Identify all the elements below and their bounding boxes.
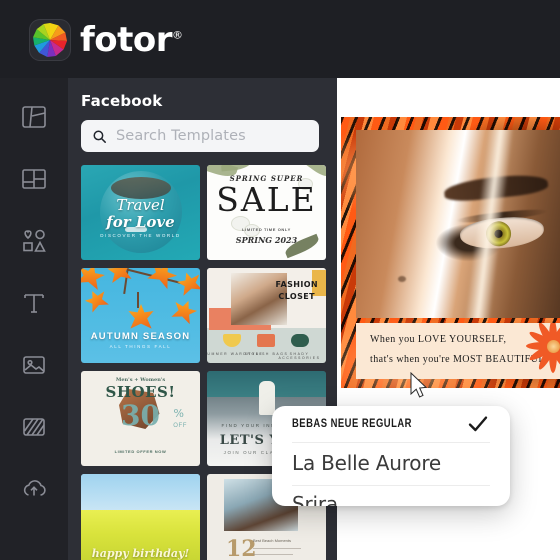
check-icon <box>468 416 488 432</box>
templates-icon <box>22 106 46 128</box>
pinwheel-icon <box>33 23 67 57</box>
template-card-spring-super-sale[interactable]: SPRING SUPER SALE LIMITED TIME ONLY SPRI… <box>207 165 326 260</box>
design-canvas[interactable]: When you LOVE YOURSELF, that's when you'… <box>341 117 560 388</box>
font-option-label: BEBAS NEUE REGULAR <box>292 418 412 430</box>
template-line3: LIMITED OFFER NOW <box>114 449 167 454</box>
font-option-label: La Belle Aurore <box>292 451 442 475</box>
font-option-la-belle-aurore[interactable]: La Belle Aurore <box>272 442 510 484</box>
template-line2: CLOSET <box>278 292 315 301</box>
template-card-happy-birthday[interactable]: happy birthday! <box>81 474 200 560</box>
search-placeholder: Search Templates <box>116 128 246 144</box>
text-t-icon <box>24 294 44 313</box>
template-percent: % <box>173 407 184 420</box>
template-tag3: SHADY ACCESSORIES <box>278 352 321 360</box>
sidebar-item-collage[interactable] <box>0 156 68 202</box>
trademark-symbol: ® <box>172 28 183 42</box>
template-title: AUTUMN SEASON <box>90 331 191 342</box>
template-subtitle: ALL THINGS FALL <box>109 344 172 349</box>
sidebar-item-elements[interactable] <box>0 218 68 264</box>
font-option-label: Srira <box>292 492 338 506</box>
font-family-dropdown[interactable]: BEBAS NEUE REGULAR La Belle Aurore Srira <box>272 406 510 506</box>
top-bar: fotor® <box>0 0 560 78</box>
template-off-label: OFF <box>173 423 187 429</box>
fotor-editor-window: fotor® Facebook Search Templates Travel … <box>0 0 560 560</box>
page-title: Facebook <box>81 92 163 110</box>
template-subtitle: DISCOVER THE WORLD <box>100 233 181 238</box>
left-icon-rail <box>0 78 68 560</box>
font-option-srira[interactable]: Srira <box>272 484 510 506</box>
mole <box>398 276 406 282</box>
quote-line-2: that's when you're MOST BEAUTIFUL <box>370 354 545 365</box>
template-title-line2: for Love <box>106 213 175 231</box>
template-line4: SPRING 2023 <box>235 235 298 245</box>
sidebar-item-upload[interactable] <box>0 466 68 512</box>
template-card-shoes-sale[interactable]: Men's + Women's SHOES! 30 % OFF LIMITED … <box>81 371 200 466</box>
sidebar-item-templates[interactable] <box>0 94 68 140</box>
template-title: Travel <box>116 196 165 214</box>
cloud-upload-icon <box>23 480 46 496</box>
brand-logo[interactable]: fotor® <box>29 19 183 61</box>
search-input[interactable]: Search Templates <box>81 120 319 152</box>
sidebar-item-photos[interactable] <box>0 342 68 388</box>
template-card-fashion-closet[interactable]: FASHION CLOSET SUMMER WARDROBE STYLISH B… <box>207 268 326 363</box>
background-stripes-icon <box>23 418 45 436</box>
quote-text-box[interactable]: When you LOVE YOURSELF, that's when you'… <box>356 323 560 379</box>
brand-name: fotor® <box>80 23 183 57</box>
collage-layout-icon <box>22 169 46 189</box>
template-line3: LIMITED TIME ONLY <box>242 227 291 232</box>
template-note: Best Beach Moments <box>253 538 292 543</box>
search-icon <box>93 130 106 143</box>
eye-portrait-photo[interactable] <box>356 130 560 318</box>
template-title: happy birthday! <box>91 547 190 560</box>
photo-image-icon <box>23 356 45 374</box>
quote-line-1: When you LOVE YOURSELF, <box>370 334 507 345</box>
sidebar-item-text[interactable] <box>0 280 68 326</box>
fotor-pinwheel-logo <box>29 19 71 61</box>
template-line2: SALE <box>216 180 317 219</box>
brand-wordmark: fotor <box>80 20 173 60</box>
shapes-elements-icon <box>23 229 46 252</box>
orange-flower-icon <box>524 323 560 375</box>
font-option-bebas-neue-regular[interactable]: BEBAS NEUE REGULAR <box>272 406 510 442</box>
template-card-autumn-season[interactable]: AUTUMN SEASON ALL THINGS FALL <box>81 268 200 363</box>
sidebar-item-background[interactable] <box>0 404 68 450</box>
template-line1: FASHION <box>275 280 318 289</box>
template-card-travel-for-love[interactable]: Travel for Love DISCOVER THE WORLD <box>81 165 200 260</box>
